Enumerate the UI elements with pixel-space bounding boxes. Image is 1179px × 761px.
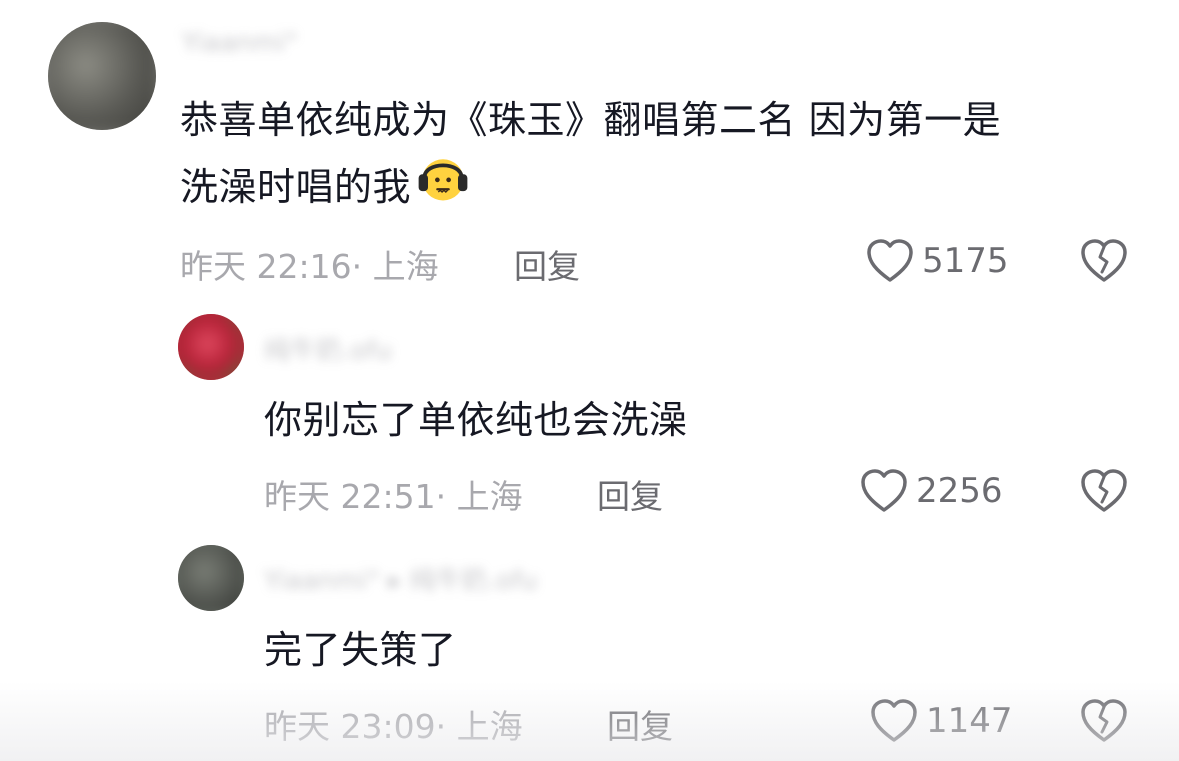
like-count: 1147 [926,701,1013,741]
username[interactable]: Yiaanmi° ▸ 纯牛奶.ofu [264,560,537,597]
broken-heart-icon [1081,469,1127,512]
like-button[interactable]: 5175 [866,238,1009,284]
comment-text-line-2: 洗澡时唱的我 [180,148,1140,215]
comment-text: 你别忘了单依纯也会洗澡 [264,398,688,442]
avatar[interactable] [178,314,244,380]
comment-text: 完了失策了 [264,628,457,672]
comment-meta: 昨天 23:09· 上海 [264,707,523,746]
reply-button[interactable]: 回复 [597,470,663,518]
username[interactable]: Yiaanmi° [182,28,298,58]
avatar[interactable] [178,545,244,611]
comment-meta: 昨天 22:51· 上海 [264,477,523,516]
avatar[interactable] [48,22,156,130]
headphones-face-emoji [418,159,468,201]
comment-meta: 昨天 22:16· 上海 [180,247,439,286]
heart-outline-icon [867,239,913,282]
comment-text: 恭喜单依纯成为《珠玉》翻唱第二名 因为第一是 洗澡时唱的我 [180,92,1140,215]
like-button[interactable]: 1147 [870,698,1013,744]
comment-text-line-1: 恭喜单依纯成为《珠玉》翻唱第二名 因为第一是 [180,98,1002,142]
reply-button[interactable]: 回复 [514,240,580,288]
comment-text-line-2-text: 洗澡时唱的我 [180,165,412,209]
reply-button[interactable]: 回复 [607,700,673,748]
broken-heart-icon [1081,699,1127,742]
like-button[interactable]: 2256 [860,468,1003,514]
like-count: 2256 [916,471,1003,511]
heart-outline-icon [871,699,917,742]
username[interactable]: 纯牛奶.ofu [264,330,392,367]
dislike-button[interactable] [1080,698,1128,748]
broken-heart-icon [1081,239,1127,282]
heart-outline-icon [861,469,907,512]
like-count: 5175 [922,241,1009,281]
dislike-button[interactable] [1080,238,1128,288]
dislike-button[interactable] [1080,468,1128,518]
